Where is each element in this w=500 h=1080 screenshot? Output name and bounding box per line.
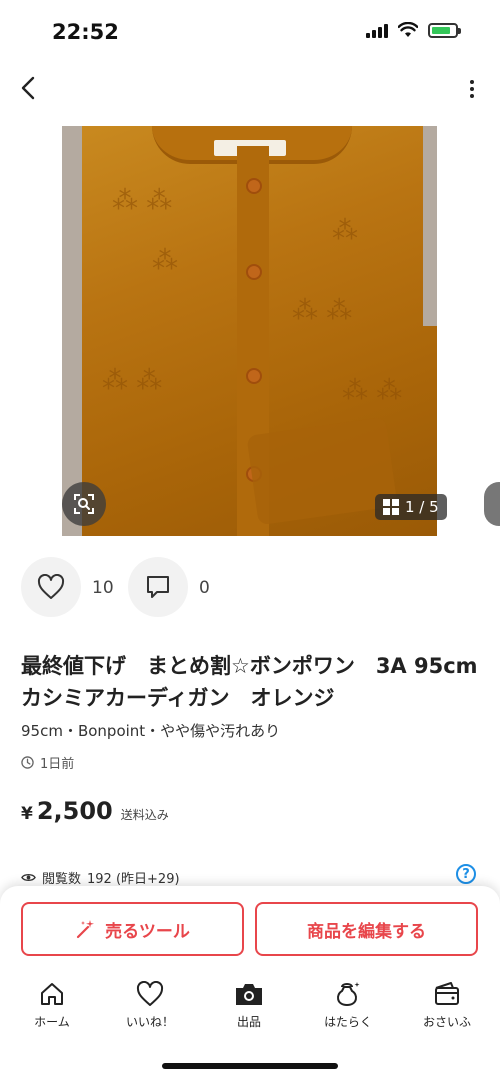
grid-icon: [383, 499, 399, 515]
tab-wallet[interactable]: おさいふ: [397, 978, 497, 1030]
status-time: 22:52: [52, 20, 119, 44]
clock-icon: [21, 756, 34, 769]
tab-likes-label: いいね！: [125, 1015, 174, 1029]
magic-wand-icon: [77, 920, 95, 939]
bag-icon: [337, 982, 360, 1006]
posted-time: 1日前: [21, 753, 74, 772]
back-button[interactable]: [14, 74, 42, 102]
more-options-icon[interactable]: [466, 76, 478, 102]
image-search-button[interactable]: [62, 482, 106, 526]
tab-wallet-label: おさいふ: [422, 1015, 471, 1029]
home-indicator: [162, 1063, 338, 1069]
heart-icon: [37, 574, 65, 599]
edit-item-label: 商品を編集する: [307, 921, 426, 942]
item-title: 最終値下げ まとめ割☆ボンポワン 3A 95cm カシミアカーディガン オレンジ: [21, 654, 478, 710]
tab-work-label: はたらく: [324, 1015, 372, 1029]
chevron-left-icon: [21, 76, 35, 100]
comment-count: 0: [199, 578, 210, 598]
wallet-icon: [435, 982, 459, 1005]
status-icons: [366, 22, 461, 38]
comment-button[interactable]: [128, 557, 188, 617]
heart-icon: [136, 981, 164, 1006]
tab-work[interactable]: はたらく: [298, 978, 398, 1030]
price-amount: 2,500: [36, 797, 113, 825]
tab-listing[interactable]: 出品: [199, 978, 299, 1030]
next-image-peek[interactable]: [484, 482, 500, 526]
battery-icon: [428, 22, 461, 38]
tab-home[interactable]: ホーム: [2, 978, 102, 1030]
view-count-label: 閲覧数: [42, 872, 82, 887]
eye-icon: [21, 874, 36, 881]
like-count: 10: [92, 578, 114, 598]
cellular-signal-icon: [366, 22, 388, 38]
posted-time-text: 1日前: [40, 757, 75, 772]
tab-listing-label: 出品: [236, 1015, 261, 1029]
sell-tool-button[interactable]: 売るツール: [21, 902, 244, 956]
camera-icon: [236, 984, 262, 1005]
image-counter[interactable]: 1 / 5: [375, 494, 447, 520]
shipping-label: 送料込み: [120, 808, 169, 822]
item-attributes: 95cm・Bonpoint・やや傷や汚れあり: [21, 722, 281, 740]
view-count-value: 192 (昨日+29): [87, 872, 180, 887]
comment-icon: [147, 576, 169, 598]
price-currency: ¥: [21, 804, 33, 824]
tab-home-label: ホーム: [34, 1015, 70, 1029]
like-button[interactable]: [21, 557, 81, 617]
help-icon[interactable]: ?: [456, 864, 476, 884]
sell-tool-label: 売るツール: [105, 921, 190, 942]
tab-likes[interactable]: いいね！: [100, 978, 200, 1030]
image-search-icon: [74, 494, 94, 514]
product-image[interactable]: ⁂ ⁂ ⁂ ⁂ ⁂ ⁂ ⁂ ⁂ ⁂ ⁂: [62, 126, 437, 536]
edit-item-button[interactable]: 商品を編集する: [255, 902, 478, 956]
wifi-icon: [398, 22, 418, 37]
image-counter-text: 1 / 5: [405, 498, 439, 516]
price: ¥ 2,500 送料込み: [21, 797, 169, 825]
view-count: 閲覧数 192 (昨日+29): [21, 868, 180, 887]
home-icon: [41, 983, 63, 1005]
